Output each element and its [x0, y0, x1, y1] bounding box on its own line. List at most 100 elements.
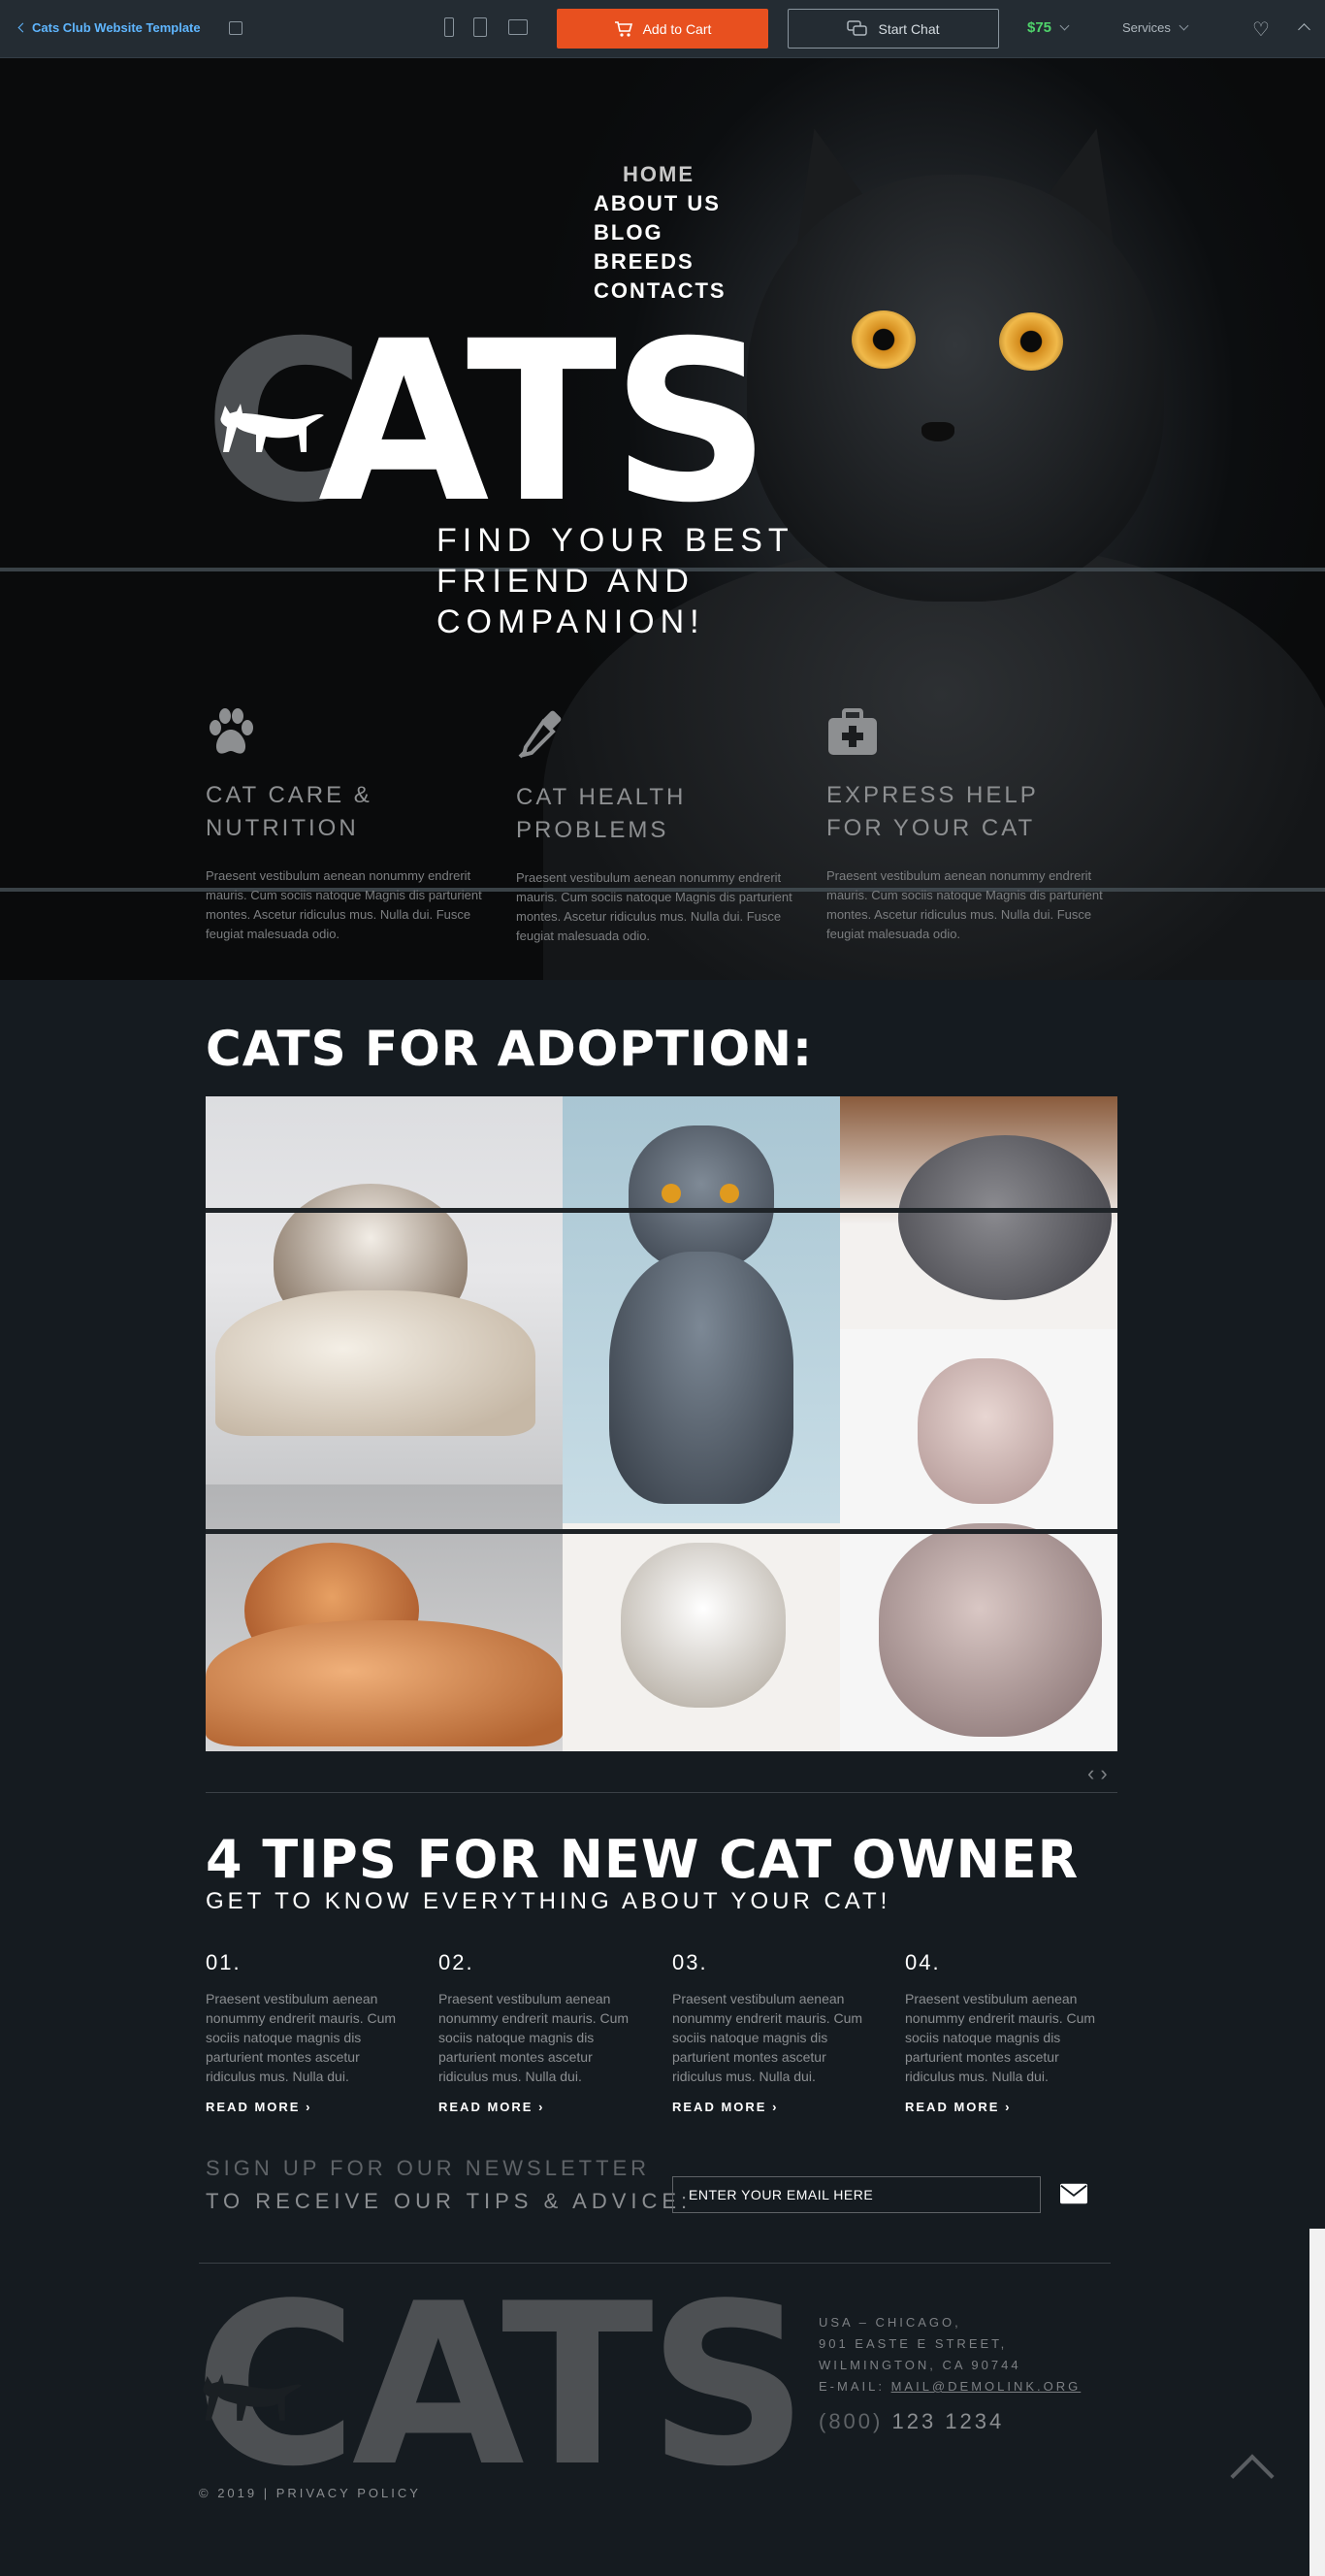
tips-subtitle: GET TO KNOW EVERYTHING ABOUT YOUR CAT! [206, 1888, 891, 1914]
envelope-icon[interactable] [1060, 2183, 1087, 2204]
newsletter-subheading: TO RECEIVE OUR TIPS & ADVICE: [206, 2189, 693, 2213]
read-more-link[interactable]: READ MORE › [672, 2100, 876, 2114]
desktop-view-icon[interactable] [508, 19, 528, 35]
feature-text: Praesent vestibulum aenean nonummy endre… [516, 870, 792, 943]
price-value: $75 [1027, 19, 1052, 36]
tagline-line-2: FRIEND AND [436, 563, 695, 600]
start-chat-label: Start Chat [878, 20, 940, 37]
feature-title-line: CAT CARE & [206, 782, 372, 808]
mobile-view-icon[interactable] [444, 17, 454, 37]
chevron-down-icon [1059, 20, 1070, 31]
top-bar: Cats Club Website Template Add to Cart S… [0, 0, 1325, 58]
cat-silhouette-icon [220, 404, 324, 452]
chevron-down-icon [1179, 20, 1189, 31]
nav-item-home[interactable]: HOME [594, 160, 727, 189]
tip-number: 04. [905, 1950, 941, 1974]
read-more-label: READ MORE [672, 2100, 767, 2114]
tip-card: 02. Praesent vestibulum aenean nonummy e… [438, 1950, 642, 2114]
gallery-divider [206, 1208, 1117, 1213]
arrow-right-icon[interactable]: › [1100, 1761, 1113, 1785]
feature-card-health: CAT HEALTH PROBLEMS Praesent vestibulum a… [516, 708, 797, 946]
footer-copyright[interactable]: © 2019 | PRIVACY POLICY [199, 2486, 421, 2500]
external-link-icon[interactable] [229, 21, 242, 35]
feature-title-line: NUTRITION [206, 815, 359, 841]
services-dropdown[interactable]: Services [1122, 20, 1189, 35]
hero-cat-nose [921, 422, 954, 441]
add-to-cart-label: Add to Cart [642, 20, 712, 37]
hero-cat-eye-left [852, 310, 916, 369]
feature-title: CAT CARE & NUTRITION [206, 779, 487, 845]
hero-section: HOME ABOUT US BLOG BREEDS CONTACTS C ATS… [0, 58, 1325, 980]
tagline-line-1: FIND YOUR BEST [436, 522, 794, 559]
hero-cat-eye-right [999, 312, 1063, 371]
tip-card: 01. Praesent vestibulum aenean nonummy e… [206, 1950, 409, 2114]
feature-title-line: EXPRESS HELP [826, 782, 1039, 808]
read-more-label: READ MORE [905, 2100, 1000, 2114]
feature-text: Praesent vestibulum aenean nonummy endre… [826, 868, 1103, 941]
email-label: E-MAIL: [819, 2379, 885, 2394]
heart-icon[interactable]: ♡ [1252, 17, 1270, 42]
price-dropdown[interactable]: $75 [1027, 19, 1070, 36]
arrow-left-icon[interactable]: ‹ [1087, 1761, 1100, 1785]
tip-text: Praesent vestibulum aenean nonummy endre… [905, 1991, 1096, 2084]
cat-photo-6[interactable] [563, 1523, 840, 1751]
read-more-label: READ MORE [206, 2100, 301, 2114]
email-field[interactable]: ENTER YOUR EMAIL HERE [672, 2176, 1041, 2213]
start-chat-button[interactable]: Start Chat [788, 9, 999, 49]
chevron-right-icon: › [306, 2100, 312, 2114]
feature-text: Praesent vestibulum aenean nonummy endre… [206, 868, 482, 941]
dropper-icon [518, 710, 562, 759]
cat-photo-3[interactable] [840, 1096, 1117, 1329]
cat-silhouette-icon [203, 2374, 303, 2421]
cat-photo-2[interactable] [563, 1096, 840, 1523]
email-line: E-MAIL: MAIL@DEMOLINK.ORG [819, 2376, 1081, 2397]
tip-text: Praesent vestibulum aenean nonummy endre… [206, 1991, 397, 2084]
read-more-label: READ MORE [438, 2100, 533, 2114]
hero-logo: C ATS [204, 311, 770, 533]
collapse-bar-icon[interactable] [1298, 23, 1310, 36]
back-to-top-icon[interactable] [1230, 2454, 1275, 2498]
tips-title: 4 TIPS FOR NEW CAT OWNER [206, 1829, 1080, 1890]
services-label: Services [1122, 20, 1171, 35]
cat-photo-1[interactable] [206, 1096, 563, 1484]
phone-code: (800) [819, 2409, 884, 2433]
paw-icon [210, 708, 253, 754]
newsletter-heading: SIGN UP FOR OUR NEWSLETTER [206, 2156, 651, 2180]
tip-text: Praesent vestibulum aenean nonummy endre… [438, 1991, 630, 2084]
feature-card-care: CAT CARE & NUTRITION Praesent vestibulum … [206, 708, 487, 944]
back-link[interactable]: Cats Club Website Template [17, 20, 201, 35]
footer-phone: (800) 123 1234 [819, 2409, 1004, 2434]
read-more-link[interactable]: READ MORE › [905, 2100, 1109, 2114]
feature-title-line: CAT HEALTH [516, 784, 687, 810]
scrollbar[interactable] [1309, 2229, 1325, 2576]
read-more-link[interactable]: READ MORE › [206, 2100, 409, 2114]
chevron-left-icon [17, 22, 28, 33]
email-link[interactable]: MAIL@DEMOLINK.ORG [891, 2379, 1082, 2394]
tip-card: 03. Praesent vestibulum aenean nonummy e… [672, 1950, 876, 2114]
chevron-right-icon: › [772, 2100, 779, 2114]
read-more-link[interactable]: READ MORE › [438, 2100, 642, 2114]
tip-number: 03. [672, 1950, 708, 1974]
hero-cat-head [747, 175, 1164, 602]
feature-title: EXPRESS HELP FOR YOUR CAT [826, 779, 1108, 845]
tagline-line-3: COMPANION! [436, 603, 705, 640]
hero-tagline: FIND YOUR BEST FRIEND AND COMPANION! [436, 520, 794, 642]
footer-address: USA – CHICAGO, 901 EASTE E STREET, WILMI… [819, 2312, 1081, 2397]
adoption-gallery [206, 1096, 1117, 1751]
cat-photo-5[interactable] [206, 1484, 563, 1751]
nav-item-about-us[interactable]: ABOUT US [594, 189, 727, 218]
hero-logo-text: ATS [318, 293, 770, 551]
nav-item-breeds[interactable]: BREEDS [594, 247, 727, 277]
tablet-view-icon[interactable] [473, 17, 487, 37]
chevron-right-icon: › [538, 2100, 545, 2114]
phone-number: 123 1234 [891, 2409, 1005, 2433]
feature-title-line: FOR YOUR CAT [826, 815, 1036, 841]
cat-photo-4[interactable] [840, 1329, 1117, 1751]
gallery-divider [206, 1529, 1117, 1534]
gallery-slider-arrows[interactable]: ‹› [1087, 1761, 1114, 1786]
gallery-divider-line [206, 1792, 1117, 1793]
tip-text: Praesent vestibulum aenean nonummy endre… [672, 1991, 863, 2084]
nav-item-blog[interactable]: BLOG [594, 218, 727, 247]
feature-card-help: EXPRESS HELP FOR YOUR CAT Praesent vestib… [826, 708, 1108, 944]
add-to-cart-button[interactable]: Add to Cart [557, 9, 768, 49]
